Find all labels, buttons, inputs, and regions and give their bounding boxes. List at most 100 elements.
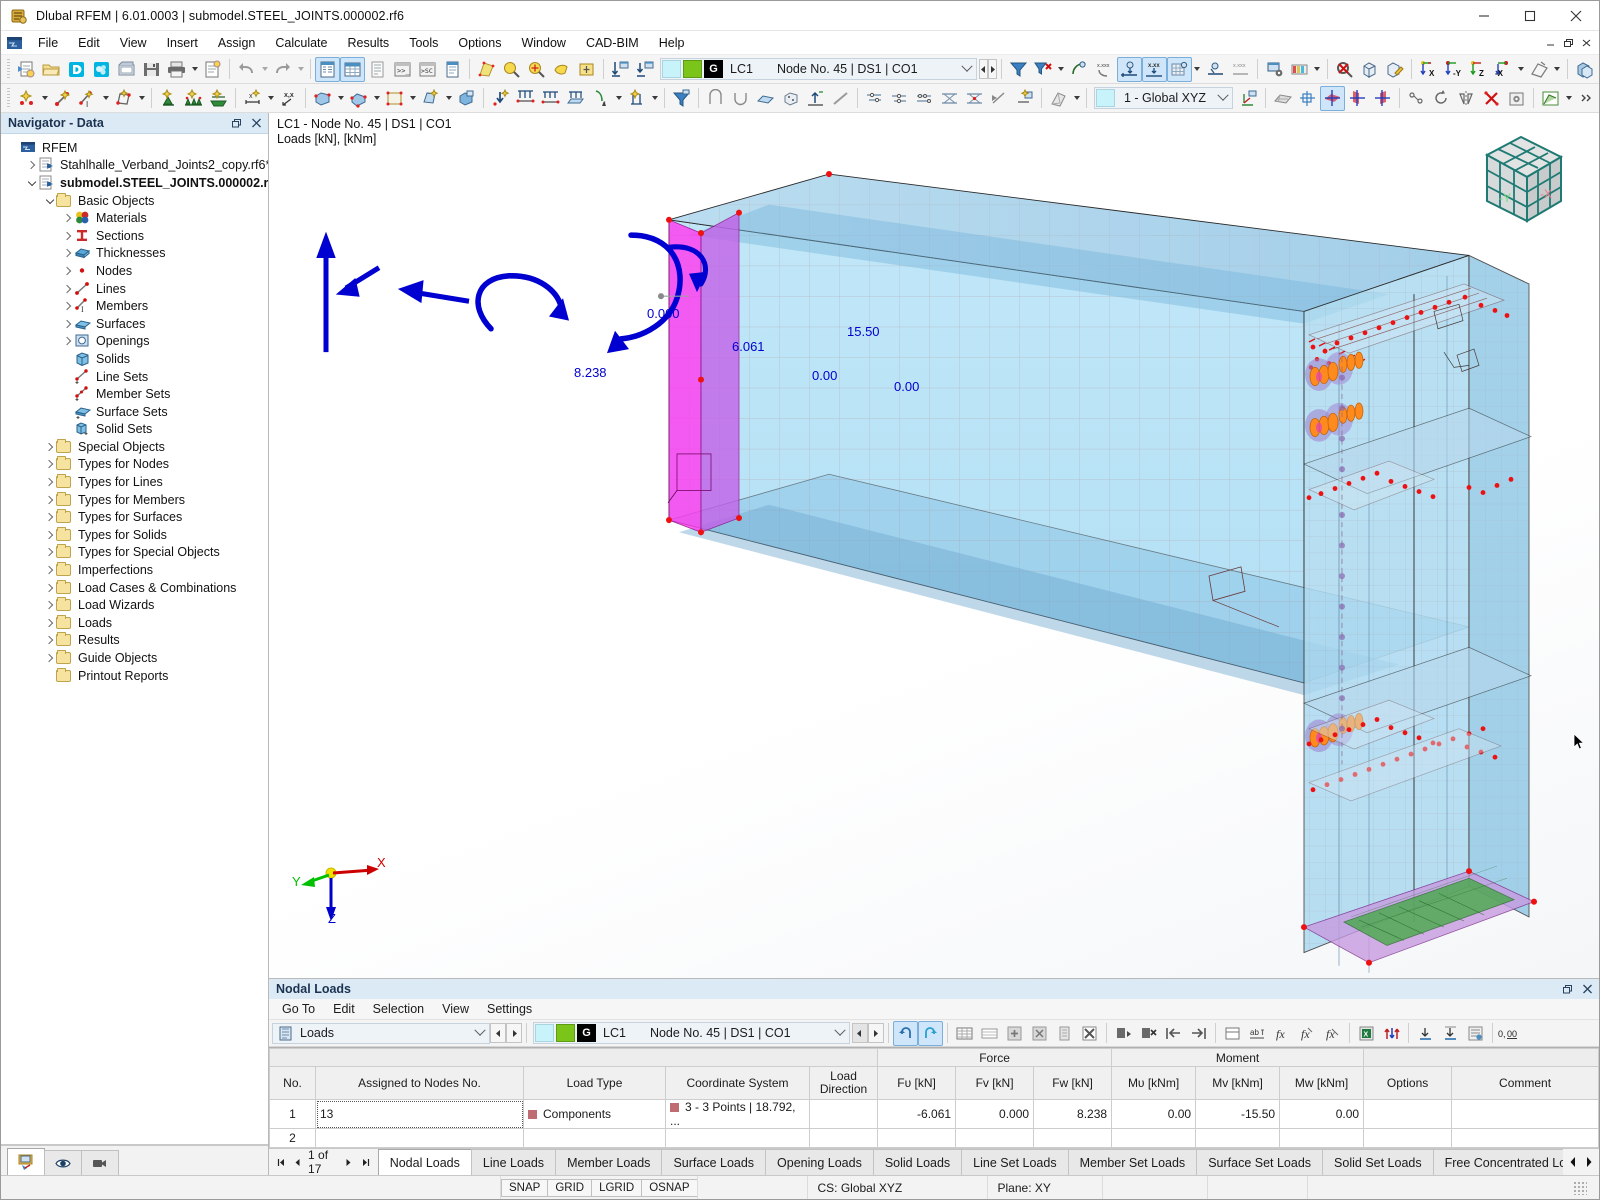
coordinates-button[interactable]: x,x bbox=[276, 86, 301, 111]
tree-item-lines[interactable]: Lines bbox=[1, 280, 268, 298]
coordinate-system-selector[interactable]: 1 - Global XYZ bbox=[1094, 87, 1233, 109]
undock-icon[interactable] bbox=[228, 116, 244, 131]
menu-file[interactable]: File bbox=[28, 33, 68, 53]
column-header-load-type[interactable]: Load Type bbox=[524, 1067, 666, 1100]
cell-nodes[interactable]: 13 bbox=[316, 1100, 524, 1129]
table-row[interactable]: 2 bbox=[270, 1129, 1599, 1148]
pager-last-button[interactable] bbox=[359, 1153, 372, 1171]
column-header-assigned-to-nodes-no[interactable]: Assigned to Nodes No. bbox=[316, 1067, 524, 1100]
mdi-close-button[interactable] bbox=[1577, 35, 1595, 51]
cell-fv[interactable] bbox=[956, 1129, 1034, 1148]
maximize-button[interactable] bbox=[1507, 1, 1553, 31]
perspective-button[interactable] bbox=[1527, 57, 1552, 82]
connect-members-button[interactable] bbox=[962, 86, 987, 111]
new-surface-support-button[interactable] bbox=[206, 86, 231, 111]
chevron-right-icon[interactable] bbox=[41, 597, 56, 613]
align-rows-top-button[interactable] bbox=[1413, 1021, 1438, 1046]
decimal-places-button[interactable]: 0,00 bbox=[1497, 1021, 1522, 1046]
print-dropdown-arrow[interactable] bbox=[189, 57, 200, 82]
table-new-row-button[interactable] bbox=[1220, 1021, 1245, 1046]
cell-comment[interactable] bbox=[1452, 1129, 1599, 1148]
rotate-objects-button[interactable] bbox=[1429, 86, 1454, 111]
cell-load_type[interactable]: Components bbox=[524, 1100, 666, 1129]
mesh-dropdown-arrow[interactable] bbox=[1071, 86, 1082, 111]
save-button[interactable] bbox=[139, 57, 164, 82]
view-cube[interactable]: -Y -X bbox=[1457, 125, 1575, 233]
menu-cad-bim[interactable]: CAD-BIM bbox=[576, 33, 649, 53]
table-clear-row-button[interactable] bbox=[1052, 1021, 1077, 1046]
menu-calculate[interactable]: Calculate bbox=[265, 33, 337, 53]
tree-item-rfem[interactable]: RFEM bbox=[1, 139, 268, 157]
menu-window[interactable]: Window bbox=[511, 33, 575, 53]
chevron-right-icon[interactable] bbox=[59, 298, 74, 314]
chevron-down-icon[interactable] bbox=[23, 175, 38, 191]
new-member-dropdown-arrow[interactable] bbox=[100, 86, 111, 111]
table-undo-button[interactable] bbox=[893, 1021, 918, 1046]
new-solid-set-button[interactable] bbox=[454, 86, 479, 111]
chevron-down-icon[interactable] bbox=[958, 59, 976, 79]
chevron-right-icon[interactable] bbox=[23, 157, 38, 173]
info-panel-button[interactable] bbox=[440, 57, 465, 82]
object-type-selector[interactable]: Loads bbox=[272, 1023, 490, 1044]
hide-values-button[interactable]: x.xxx bbox=[1228, 57, 1253, 82]
table-formula-edit-button[interactable]: fx bbox=[1295, 1021, 1320, 1046]
xz-plane-button[interactable] bbox=[1345, 86, 1370, 111]
chevron-right-icon[interactable] bbox=[59, 333, 74, 349]
close-icon[interactable] bbox=[248, 116, 264, 131]
cell-mw[interactable]: 0.00 bbox=[1280, 1100, 1364, 1129]
table-formula-delete-button[interactable]: fx bbox=[1320, 1021, 1345, 1046]
tree-item-load-wizards[interactable]: Load Wizards bbox=[1, 596, 268, 614]
snap-settings-button[interactable] bbox=[1295, 86, 1320, 111]
printout-report-button[interactable] bbox=[200, 57, 225, 82]
cell-comment[interactable] bbox=[1452, 1100, 1599, 1129]
yz-plane-button[interactable] bbox=[1370, 86, 1395, 111]
column-header-m-knm[interactable]: Mᴜ [kNm] bbox=[1112, 1067, 1196, 1100]
align-middle-button[interactable] bbox=[887, 86, 912, 111]
new-opening-button[interactable] bbox=[382, 86, 407, 111]
tab-solid-loads[interactable]: Solid Loads bbox=[873, 1149, 962, 1175]
table-cut-button[interactable] bbox=[1136, 1021, 1161, 1046]
pager-next-button[interactable] bbox=[343, 1153, 356, 1171]
tab-member-loads[interactable]: Member Loads bbox=[555, 1149, 662, 1175]
navigator-tree[interactable]: RFEMStahlhalle_Verband_Joints2_copy.rf6*… bbox=[1, 134, 268, 1145]
tree-item-basic-objects[interactable]: Basic Objects bbox=[1, 192, 268, 210]
tree-item-types-for-members[interactable]: Types for Members bbox=[1, 491, 268, 509]
undo-dropdown-arrow[interactable] bbox=[259, 57, 270, 82]
tab-solid-set-loads[interactable]: Solid Set Loads bbox=[1322, 1149, 1434, 1175]
align-bottom-button[interactable] bbox=[912, 86, 937, 111]
mirror-objects-button[interactable] bbox=[1454, 86, 1479, 111]
new-surface-load-button[interactable] bbox=[563, 86, 588, 111]
tree-item-load-cases-combinations[interactable]: Load Cases & Combinations bbox=[1, 579, 268, 597]
cell-no[interactable]: 2 bbox=[270, 1129, 316, 1148]
tree-item-types-for-nodes[interactable]: Types for Nodes bbox=[1, 456, 268, 474]
view-x-button[interactable]: X bbox=[1416, 57, 1441, 82]
results-diagram-dropdown-arrow[interactable] bbox=[1563, 86, 1574, 111]
menu-help[interactable]: Help bbox=[649, 33, 695, 53]
zoom-scale-button[interactable] bbox=[574, 57, 599, 82]
close-icon[interactable] bbox=[1580, 982, 1595, 996]
cell-mv[interactable] bbox=[1196, 1129, 1280, 1148]
select-surface-button[interactable] bbox=[753, 86, 778, 111]
table-lc-prev-button[interactable] bbox=[852, 1023, 868, 1043]
table-move-left-button[interactable] bbox=[1161, 1021, 1186, 1046]
tabstrip-scroll-right-button[interactable] bbox=[1582, 1152, 1596, 1172]
show-grid-button[interactable] bbox=[1167, 57, 1192, 82]
project-to-plane-button[interactable] bbox=[633, 57, 658, 82]
table-row-view-button[interactable] bbox=[977, 1021, 1002, 1046]
menu-edit[interactable]: Edit bbox=[68, 33, 110, 53]
column-header-load-direction[interactable]: LoadDirection bbox=[810, 1067, 878, 1100]
chevron-right-icon[interactable] bbox=[59, 316, 74, 332]
chevron-down-icon[interactable] bbox=[1214, 88, 1232, 108]
resize-grip-icon[interactable] bbox=[1573, 1181, 1587, 1195]
dlubal-cloud-button[interactable] bbox=[89, 57, 114, 82]
chevron-right-icon[interactable] bbox=[59, 263, 74, 279]
tree-item-types-for-solids[interactable]: Types for Solids bbox=[1, 526, 268, 544]
cell-no[interactable]: 1 bbox=[270, 1100, 316, 1129]
menu-options[interactable]: Options bbox=[448, 33, 511, 53]
tree-item-printout-reports[interactable]: Printout Reports bbox=[1, 667, 268, 685]
chevron-right-icon[interactable] bbox=[59, 281, 74, 297]
redo-dropdown-arrow[interactable] bbox=[295, 57, 306, 82]
table-menu-go-to[interactable]: Go To bbox=[273, 1000, 324, 1018]
table-delete-row-button[interactable] bbox=[1027, 1021, 1052, 1046]
undock-icon[interactable] bbox=[1560, 982, 1575, 996]
